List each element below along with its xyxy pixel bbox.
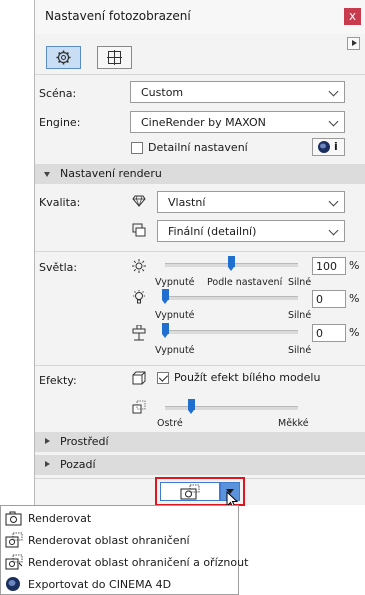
tab-settings[interactable] [46, 46, 81, 69]
slider-min-label: Vypnuté [155, 310, 195, 321]
scene-select[interactable]: Custom [130, 81, 345, 103]
engine-value: CineRender by MAXON [141, 116, 266, 129]
light-slider-1-thumb[interactable] [228, 256, 235, 271]
engine-select[interactable]: CineRender by MAXON [130, 111, 345, 133]
divider [35, 74, 365, 75]
menu-item-render-marquee[interactable]: Renderovat oblast ohraničení [1, 530, 240, 550]
lights-label: Světla: [39, 261, 78, 274]
menu-item-render-marquee-crop[interactable]: Renderovat oblast ohraničení a oříznout [1, 552, 248, 572]
slider-max-label: Silné [288, 345, 312, 356]
section-title: Pozadí [60, 458, 96, 471]
detail-settings-label: Detailní nastavení [148, 141, 248, 154]
output-quality-value: Finální (detailní) [168, 225, 257, 238]
scene-label: Scéna: [39, 87, 77, 100]
engine-label: Engine: [39, 116, 81, 129]
slider-mid-label: Podle nastavení [207, 277, 283, 288]
gear-icon [56, 50, 71, 65]
slider-min-label: Vypnuté [155, 277, 195, 288]
cinema4d-icon [6, 577, 20, 591]
softness-max-label: Měkké [278, 418, 309, 429]
camera-icon [5, 511, 22, 526]
menu-item-label: Renderovat [28, 512, 92, 525]
panel-menu-arrow-icon[interactable] [347, 37, 360, 50]
white-model-cube-icon [132, 371, 146, 385]
divider [35, 251, 365, 252]
menu-item-render[interactable]: Renderovat [1, 508, 240, 528]
light-slider-3-thumb[interactable] [161, 323, 169, 338]
light-fixture-icon [132, 325, 146, 341]
menu-item-label: Exportovat do CINEMA 4D [28, 578, 172, 591]
light-slider-2-thumb[interactable] [161, 289, 169, 304]
info-label: i [334, 140, 338, 153]
output-quality-select[interactable]: Finální (detailní) [157, 220, 345, 242]
slider-max-label: Silné [288, 277, 312, 288]
output-preview-icon [132, 223, 146, 237]
camera-icon [180, 484, 200, 500]
detail-settings-checkbox[interactable] [131, 142, 143, 154]
render-button[interactable] [160, 482, 220, 501]
softness-slider-thumb[interactable] [188, 399, 196, 414]
environment-section[interactable]: Prostředí [35, 432, 365, 452]
percent-unit: % [349, 326, 360, 339]
white-model-checkbox[interactable] [157, 372, 169, 384]
bulb-icon [133, 290, 145, 304]
soft-shadow-icon [132, 400, 146, 414]
slider-max-label: Silné [288, 310, 312, 321]
divider [35, 365, 365, 366]
cinema4d-icon [318, 141, 330, 153]
title-bar[interactable]: Nastavení fotozobrazení x [35, 0, 365, 34]
menu-item-export-cinema4d[interactable]: Exportovat do CINEMA 4D [1, 574, 240, 594]
percent-unit: % [349, 259, 360, 272]
chevron-down-icon [328, 116, 339, 127]
frame-size-icon [107, 50, 122, 65]
light-2-value-field[interactable]: 0 [312, 290, 346, 308]
light-3-value-field[interactable]: 0 [312, 324, 346, 342]
scene-value: Custom [141, 86, 184, 99]
quality-label: Kvalita: [39, 196, 81, 209]
render-settings-section[interactable]: Nastavení renderu [35, 164, 365, 184]
slider-min-label: Vypnuté [155, 345, 195, 356]
collapse-arrow-icon [44, 172, 50, 177]
render-dropdown-menu: Renderovat Renderovat oblast ohraničení … [0, 505, 248, 595]
light-slider-2-track[interactable] [165, 296, 298, 300]
expand-arrow-icon [45, 438, 50, 444]
expand-arrow-icon [45, 461, 50, 467]
effects-label: Efekty: [39, 374, 77, 387]
window-title: Nastavení fotozobrazení [45, 9, 191, 23]
softness-min-label: Ostré [157, 418, 183, 429]
chevron-down-icon [328, 225, 339, 236]
background-section[interactable]: Pozadí [35, 455, 365, 475]
chevron-down-icon [328, 86, 339, 97]
percent-unit: % [349, 292, 360, 305]
close-button[interactable]: x [344, 8, 361, 25]
menu-item-label: Renderovat oblast ohraničení [28, 534, 190, 547]
cinema4d-info-button[interactable]: i [312, 138, 345, 156]
softness-slider-track[interactable] [165, 406, 298, 410]
quality-select[interactable]: Vlastní [157, 191, 345, 213]
light-1-value-field[interactable]: 100 [312, 257, 346, 275]
camera-marquee-icon [5, 532, 23, 548]
sun-icon [132, 259, 146, 273]
section-title: Nastavení renderu [60, 167, 162, 180]
section-title: Prostředí [60, 435, 109, 448]
diamond-icon [132, 195, 146, 207]
menu-item-label: Renderovat oblast ohraničení a oříznout [28, 556, 249, 569]
light-slider-3-track[interactable] [165, 330, 298, 334]
camera-crop-icon [5, 554, 23, 570]
quality-value: Vlastní [168, 196, 206, 209]
tab-size[interactable] [97, 46, 132, 69]
white-model-label: Použít efekt bílého modelu [174, 371, 321, 384]
chevron-down-icon [328, 196, 339, 207]
photorendering-settings-panel: Nastavení fotozobrazení x Scéna: Custom [34, 0, 365, 505]
